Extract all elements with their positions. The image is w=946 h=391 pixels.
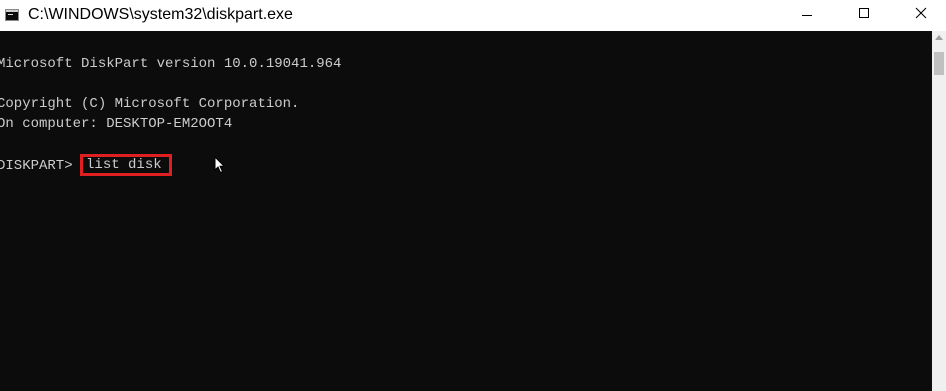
- minimize-button[interactable]: [784, 0, 830, 31]
- scroll-thumb[interactable]: [934, 52, 944, 75]
- minimize-icon: [802, 15, 812, 16]
- close-button[interactable]: [897, 0, 946, 31]
- window-title: C:\WINDOWS\system32\diskpart.exe: [28, 6, 293, 23]
- console-window: C:\WINDOWS\system32\diskpart.exe Microso…: [0, 0, 946, 391]
- version-line: Microsoft DiskPart version 10.0.19041.96…: [0, 56, 342, 72]
- console-output[interactable]: Microsoft DiskPart version 10.0.19041.96…: [0, 31, 932, 391]
- copyright-line: Copyright (C) Microsoft Corporation.: [0, 96, 300, 112]
- scroll-up-arrow-icon[interactable]: [935, 35, 943, 40]
- console-app-icon: [5, 9, 19, 21]
- prompt-label: DISKPART>: [0, 158, 82, 174]
- maximize-button[interactable]: [841, 0, 887, 31]
- title-bar[interactable]: C:\WINDOWS\system32\diskpart.exe: [0, 0, 946, 31]
- command-input[interactable]: list disk: [80, 154, 172, 176]
- mouse-pointer-icon: [214, 156, 226, 174]
- prompt-line: DISKPART> list disk: [0, 154, 172, 176]
- vertical-scrollbar[interactable]: [932, 31, 946, 391]
- maximize-icon: [859, 8, 869, 18]
- close-icon: [915, 7, 927, 19]
- computer-line: On computer: DESKTOP-EM2OOT4: [0, 116, 233, 132]
